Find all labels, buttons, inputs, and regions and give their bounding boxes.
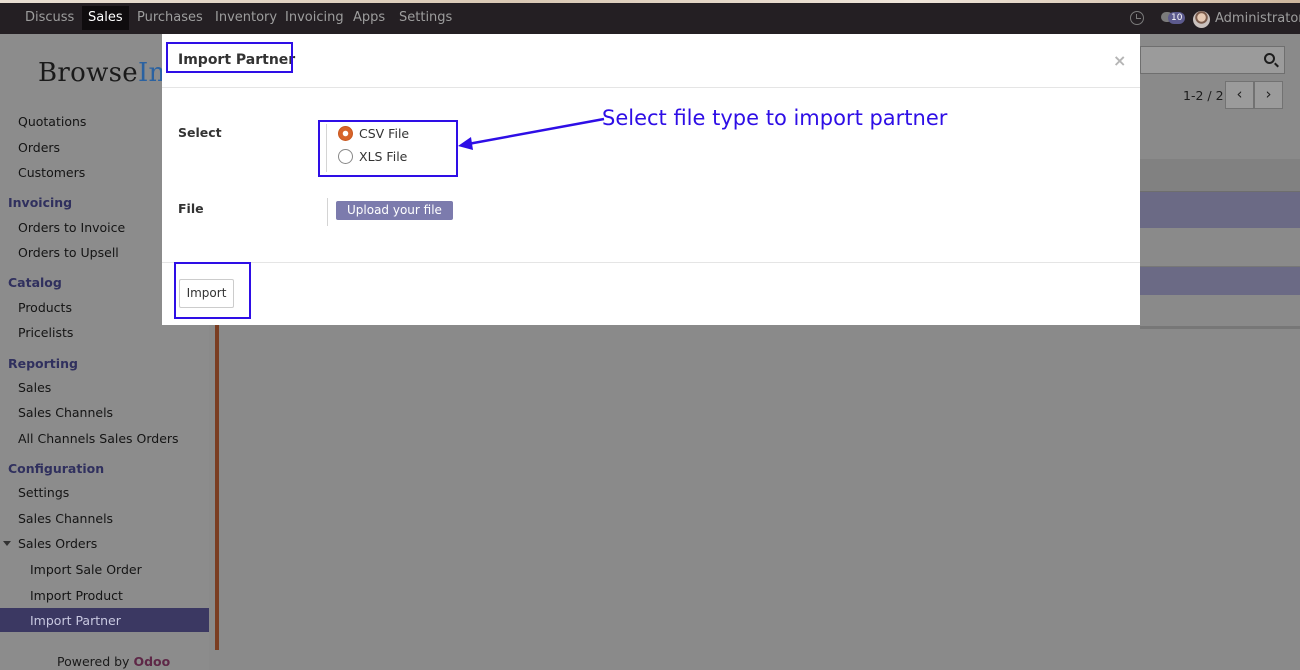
arrow-line — [467, 117, 605, 146]
arrow-head — [458, 137, 473, 150]
annotation-text: Select file type to import partner — [602, 106, 948, 130]
annotation-arrow — [458, 117, 605, 150]
